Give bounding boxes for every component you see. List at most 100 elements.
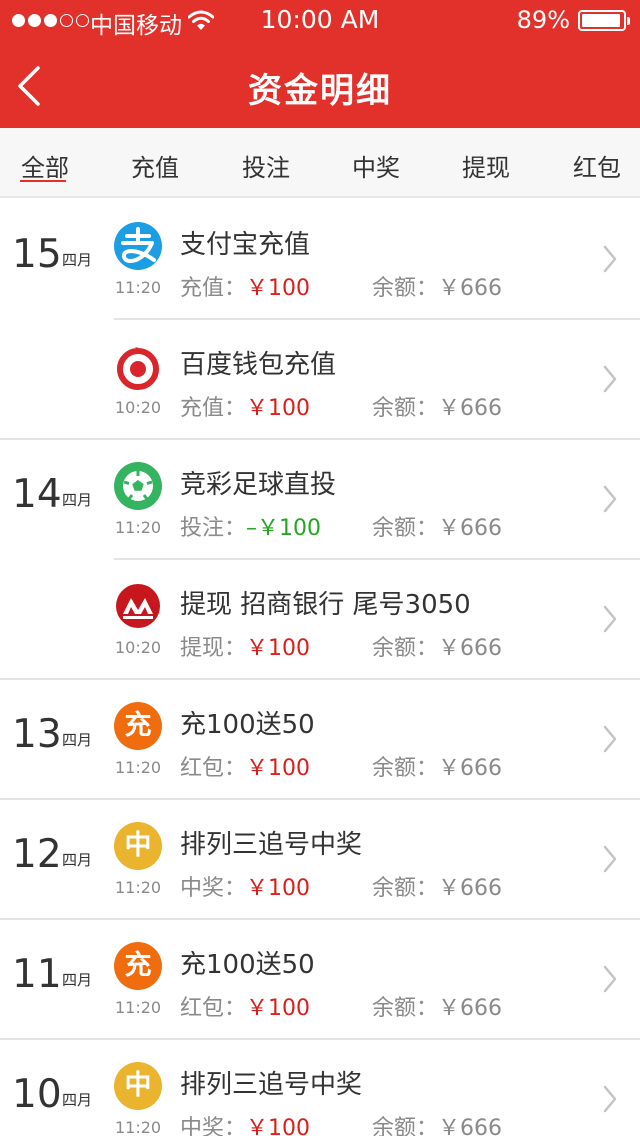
record-time: 11:20 (115, 998, 162, 1017)
chevron-right-icon (603, 485, 617, 513)
amount-value: ￥100 (246, 876, 311, 901)
record-amount: 充值：￥100 (180, 390, 310, 422)
amount-value: ￥100 (246, 756, 311, 781)
record-time: 11:20 (115, 1118, 162, 1136)
record-balance: 余额：￥666 (372, 636, 502, 661)
date-month: 四月 (62, 1091, 93, 1109)
chevron-right-icon (603, 965, 617, 993)
date-day: 14 (12, 472, 62, 517)
chong-badge-icon: 充 (114, 942, 162, 990)
record-title: 支付宝充值 (180, 230, 311, 260)
status-bar: 中国移动 10:00 AM 89% (0, 0, 640, 40)
app-header: 中国移动 10:00 AM 89% 资金明细 (0, 0, 640, 128)
record-amount: 充值：￥100 (180, 270, 310, 302)
amount-value: ￥100 (246, 276, 311, 301)
list-item[interactable]: 13 四月 充 11:20 充100送50 红包：￥100 余额：￥666 (0, 678, 640, 798)
amount-label: 红包： (180, 996, 247, 1021)
football-icon (114, 462, 162, 510)
baidu-wallet-icon (114, 342, 162, 390)
amount-label: 充值： (180, 276, 247, 301)
divider (0, 918, 640, 920)
alipay-icon (114, 222, 162, 270)
date-month: 四月 (62, 851, 93, 869)
zhong-badge-icon: 中 (114, 1062, 162, 1110)
record-amount: 中奖：￥100 (180, 1110, 310, 1136)
list-item[interactable]: 10:20 百度钱包充值 充值：￥100 余额：￥666 (0, 318, 640, 438)
record-time: 11:20 (115, 278, 162, 297)
chevron-right-icon (603, 845, 617, 873)
chevron-right-icon (603, 605, 617, 633)
record-title: 排列三追号中奖 (180, 1070, 363, 1100)
date-month: 四月 (62, 971, 93, 989)
record-title: 排列三追号中奖 (180, 830, 363, 860)
tab-bet[interactable]: 投注 (242, 148, 290, 183)
record-balance: 余额：￥666 (372, 756, 502, 781)
amount-label: 中奖： (180, 1116, 247, 1136)
tab-withdraw[interactable]: 提现 (462, 148, 510, 183)
amount-label: 提现： (180, 636, 247, 661)
record-amount: 红包：￥100 (180, 750, 310, 782)
divider (0, 798, 640, 800)
date-day: 15 (12, 232, 62, 277)
record-title: 百度钱包充值 (180, 350, 337, 380)
divider (0, 678, 640, 680)
record-time: 10:20 (115, 638, 162, 657)
tab-all[interactable]: 全部 (21, 148, 69, 183)
date-day: 10 (12, 1072, 62, 1117)
record-time: 11:20 (115, 518, 162, 537)
battery-percent: 89% (516, 6, 570, 34)
date-month: 四月 (62, 491, 93, 509)
record-title: 竞彩足球直投 (180, 470, 337, 500)
chong-badge-icon: 充 (114, 702, 162, 750)
page-title: 资金明细 (248, 71, 392, 111)
amount-value: –￥100 (246, 516, 322, 541)
amount-label: 投注： (180, 516, 247, 541)
divider (0, 438, 640, 440)
amount-value: ￥100 (246, 636, 311, 661)
tab-recharge[interactable]: 充值 (131, 148, 179, 183)
transaction-list: 15 四月 11:20 支付宝充值 充值：￥100 余额：￥666 10:20 (0, 198, 640, 1136)
chevron-right-icon (603, 245, 617, 273)
divider (114, 318, 640, 320)
record-balance: 余额：￥666 (372, 876, 502, 901)
record-title: 提现 招商银行 尾号3050 (180, 590, 471, 620)
list-item[interactable]: 10:20 提现 招商银行 尾号3050 提现：￥100 余额：￥666 (0, 558, 640, 678)
filter-tabs: 全部 充值 投注 中奖 提现 红包 (0, 128, 640, 198)
date-day: 11 (12, 952, 62, 997)
list-item[interactable]: 12 四月 中 11:20 排列三追号中奖 中奖：￥100 余额：￥666 (0, 798, 640, 918)
record-title: 充100送50 (180, 710, 315, 740)
divider (0, 1038, 640, 1040)
cmb-bank-icon (114, 582, 162, 630)
amount-value: ￥100 (246, 996, 311, 1021)
record-time: 10:20 (115, 398, 162, 417)
zhong-badge-icon: 中 (114, 822, 162, 870)
date-day: 13 (12, 712, 62, 757)
list-item[interactable]: 14 四月 11:20 竞彩足球直投 投注：–￥100 余额：￥666 (0, 438, 640, 558)
date-day: 12 (12, 832, 62, 877)
amount-label: 充值： (180, 396, 247, 421)
record-title: 充100送50 (180, 950, 315, 980)
date-month: 四月 (62, 251, 93, 269)
tab-prize[interactable]: 中奖 (352, 148, 400, 183)
chevron-right-icon (603, 725, 617, 753)
list-item[interactable]: 11 四月 充 11:20 充100送50 红包：￥100 余额：￥666 (0, 918, 640, 1038)
date-month: 四月 (62, 731, 93, 749)
record-amount: 红包：￥100 (180, 990, 310, 1022)
record-balance: 余额：￥666 (372, 276, 502, 301)
record-balance: 余额：￥666 (372, 996, 502, 1021)
record-balance: 余额：￥666 (372, 516, 502, 541)
battery-icon (578, 10, 630, 31)
amount-value: ￥100 (246, 1116, 311, 1136)
list-item[interactable]: 10 四月 中 11:20 排列三追号中奖 中奖：￥100 余额：￥666 (0, 1038, 640, 1136)
record-balance: 余额：￥666 (372, 396, 502, 421)
record-balance: 余额：￥666 (372, 1116, 502, 1136)
tab-red-packet[interactable]: 红包 (573, 148, 621, 183)
list-item[interactable]: 15 四月 11:20 支付宝充值 充值：￥100 余额：￥666 (0, 198, 640, 318)
divider (114, 558, 640, 560)
chevron-right-icon (603, 365, 617, 393)
record-amount: 投注：–￥100 (180, 510, 321, 542)
active-tab-indicator (20, 180, 66, 182)
record-time: 11:20 (115, 878, 162, 897)
amount-label: 红包： (180, 756, 247, 781)
amount-value: ￥100 (246, 396, 311, 421)
